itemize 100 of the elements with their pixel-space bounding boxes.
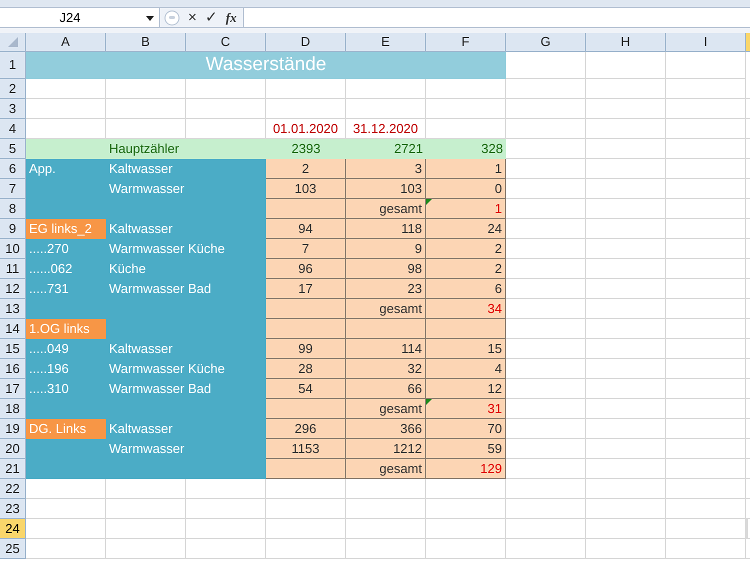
table-cell: 2393 [266, 139, 346, 159]
row-header[interactable]: 16 [0, 359, 26, 379]
table-cell: Kaltwasser [106, 159, 266, 179]
table-cell: 1.OG links [26, 319, 106, 339]
row-header[interactable]: 13 [0, 299, 26, 319]
row-header[interactable]: 19 [0, 419, 26, 439]
insert-function-button[interactable]: fx [226, 11, 237, 24]
formula-bar-handle-icon[interactable] [164, 10, 180, 26]
table-cell: Kaltwasser [106, 419, 266, 439]
select-all-corner[interactable] [0, 33, 26, 52]
table-cell: 2 [426, 239, 506, 259]
table-cell: 3 [346, 159, 426, 179]
column-header[interactable]: D [266, 33, 346, 52]
row-header[interactable]: 14 [0, 319, 26, 339]
row-header[interactable]: 9 [0, 219, 26, 239]
row-header[interactable]: 11 [0, 259, 26, 279]
column-header[interactable]: G [506, 33, 586, 52]
select-all-icon[interactable] [8, 37, 18, 47]
table-cell: 7 [266, 239, 346, 259]
table-cell: 1 [426, 159, 506, 179]
table-cell: 23 [346, 279, 426, 299]
table-cell: 15 [426, 339, 506, 359]
table-cell: 114 [346, 339, 426, 359]
row-header[interactable]: 5 [0, 139, 26, 159]
row-header[interactable]: 1 [0, 52, 26, 79]
table-cell: 12 [426, 379, 506, 399]
row-header[interactable]: 23 [0, 499, 26, 519]
table-cell: 118 [346, 219, 426, 239]
table-cell: 103 [346, 179, 426, 199]
column-header[interactable]: A [26, 33, 106, 52]
table-cell: 96 [266, 259, 346, 279]
row-header[interactable]: 21 [0, 459, 26, 479]
table-cell: Küche [106, 259, 266, 279]
table-cell: 66 [346, 379, 426, 399]
table-cell: 103 [266, 179, 346, 199]
table-cell: .....310 [26, 379, 106, 399]
table-cell: Kaltwasser [106, 219, 266, 239]
table-cell: gesamt [346, 459, 426, 479]
table-cell: Warmwasser [106, 439, 266, 459]
table-cell: Hauptzähler [106, 139, 186, 159]
table-cell: 2721 [346, 139, 426, 159]
column-header[interactable] [746, 33, 750, 52]
table-cell: 94 [266, 219, 346, 239]
table-cell: 24 [426, 219, 506, 239]
row-header[interactable]: 24 [0, 519, 26, 539]
row-header[interactable]: 2 [0, 79, 26, 99]
row-header[interactable]: 10 [0, 239, 26, 259]
table-cell: .....196 [26, 359, 106, 379]
table-cell: Warmwasser Bad [106, 379, 266, 399]
table-cell: 17 [266, 279, 346, 299]
row-header[interactable]: 7 [0, 179, 26, 199]
table-cell: gesamt [346, 299, 426, 319]
table-cell: Warmwasser [106, 179, 266, 199]
table-cell: 9 [346, 239, 426, 259]
table-cell: 98 [346, 259, 426, 279]
table-cell: 129 [426, 459, 506, 479]
row-header[interactable]: 22 [0, 479, 26, 499]
table-cell: 31 [426, 399, 506, 419]
table-cell: EG links_2 [26, 219, 106, 239]
column-header[interactable]: E [346, 33, 426, 52]
column-header[interactable]: H [586, 33, 666, 52]
table-cell: gesamt [346, 199, 426, 219]
table-cell: 6 [426, 279, 506, 299]
table-cell: App. [26, 159, 106, 179]
table-cell: 1153 [266, 439, 346, 459]
table-cell: 1 [426, 199, 506, 219]
row-header[interactable]: 20 [0, 439, 26, 459]
column-header[interactable]: C [186, 33, 266, 52]
row-header[interactable]: 4 [0, 119, 26, 139]
row-header[interactable]: 12 [0, 279, 26, 299]
dropdown-caret-icon[interactable] [146, 16, 154, 21]
cancel-button[interactable]: × [188, 10, 197, 25]
table-cell: 59 [426, 439, 506, 459]
enter-button[interactable]: ✓ [204, 10, 218, 25]
table-cell: 296 [266, 419, 346, 439]
table-cell: 366 [346, 419, 426, 439]
table-cell: .....270 [26, 239, 106, 259]
table-cell: 4 [426, 359, 506, 379]
table-cell: 99 [266, 339, 346, 359]
table-cell: 0 [426, 179, 506, 199]
table-cell: .....731 [26, 279, 106, 299]
row-header[interactable]: 8 [0, 199, 26, 219]
table-cell: 32 [346, 359, 426, 379]
table-cell: 2 [266, 159, 346, 179]
table-cell: 1212 [346, 439, 426, 459]
column-header[interactable]: I [666, 33, 746, 52]
title-cell: Wasserstände [26, 52, 506, 79]
column-header[interactable]: F [426, 33, 506, 52]
column-header[interactable]: B [106, 33, 186, 52]
row-header[interactable]: 15 [0, 339, 26, 359]
table-cell: Kaltwasser [106, 339, 266, 359]
row-header[interactable]: 25 [0, 539, 26, 559]
row-header[interactable]: 3 [0, 99, 26, 119]
table-cell: 328 [426, 139, 506, 159]
row-header[interactable]: 6 [0, 159, 26, 179]
row-header[interactable]: 18 [0, 399, 26, 419]
table-cell: 28 [266, 359, 346, 379]
table-cell: Warmwasser Küche [106, 239, 266, 259]
table-cell: .....049 [26, 339, 106, 359]
row-header[interactable]: 17 [0, 379, 26, 399]
